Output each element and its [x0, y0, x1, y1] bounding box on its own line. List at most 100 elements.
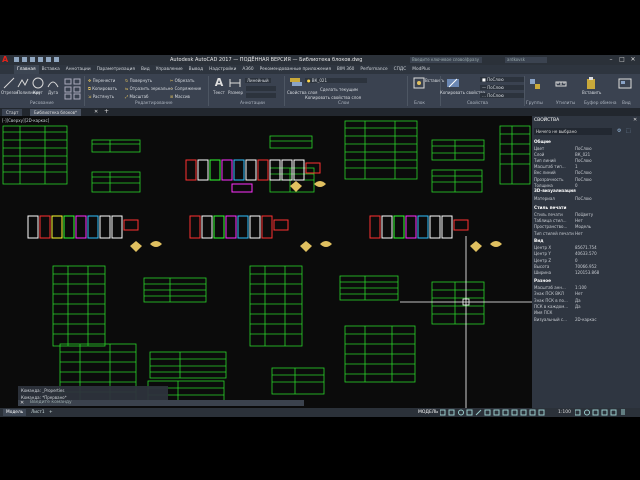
mirror-button[interactable]: ⇋ Отразить зеркально [125, 86, 173, 91]
make-current-button[interactable]: Сделать текущим [320, 87, 358, 92]
paste-button[interactable] [585, 77, 597, 91]
ribbon-tab[interactable]: СПДС [391, 65, 410, 74]
panel-title-properties[interactable]: Свойства [467, 101, 488, 106]
panel-title-layers[interactable]: Слои [338, 101, 349, 106]
panel-title-groups[interactable]: Группы [526, 101, 543, 106]
close-button[interactable]: ✕ [628, 56, 638, 64]
section-general[interactable]: Общие [534, 139, 551, 144]
match-properties-button[interactable] [446, 77, 460, 91]
ribbon-tab[interactable]: Вывод [186, 65, 206, 74]
doc-tab-start[interactable]: Старт [2, 109, 23, 116]
section-view[interactable]: Вид [534, 238, 544, 243]
ribbon-tab[interactable]: Рекомендованные приложения [257, 65, 334, 74]
property-value[interactable]: 1:100 [575, 285, 587, 290]
line-tool[interactable] [3, 77, 15, 91]
command-close-icon[interactable]: ✕ [20, 400, 24, 406]
panel-title-clipboard[interactable]: Буфер обмена [584, 101, 617, 106]
ribbon-tab[interactable]: ModPlus [409, 65, 433, 74]
panel-title-block[interactable]: Блок [414, 101, 425, 106]
property-value[interactable]: 2D-каркас [575, 317, 597, 322]
panel-title-view[interactable]: Вид [622, 101, 631, 106]
stretch-button[interactable]: ⇲ Растянуть [88, 94, 114, 99]
match-layer-button[interactable]: Копировать свойства слоя [305, 95, 361, 100]
ribbon-tab[interactable]: BIM 360 [334, 65, 358, 74]
property-value[interactable]: 0 [575, 258, 578, 263]
property-value[interactable]: 85671.754 [575, 245, 597, 250]
property-value[interactable]: ПоСлою [575, 177, 592, 182]
search-input[interactable]: Введите ключевое слово/фразу [410, 57, 482, 63]
property-value[interactable]: Нет [575, 218, 583, 223]
text-label[interactable]: Текст [213, 90, 225, 95]
property-value[interactable]: 0 [575, 183, 578, 188]
add-layout-icon[interactable]: + [46, 409, 56, 416]
annotation-scale[interactable]: 1:100 [558, 410, 571, 415]
scale-button[interactable]: ⤢ Масштаб [125, 94, 149, 99]
close-doc-icon[interactable]: ✕ [94, 109, 98, 115]
ribbon-tab[interactable]: Управление [153, 65, 186, 74]
insert-block-button[interactable] [413, 77, 425, 91]
user-signin[interactable]: ardkovsk [505, 57, 547, 63]
ribbon-tab[interactable]: A360 [239, 65, 256, 74]
quick-access-toolbar[interactable] [14, 57, 74, 63]
property-value[interactable]: 120153.868 [575, 270, 599, 275]
model-space-toggle[interactable]: МОДЕЛЬ [418, 410, 438, 415]
property-value[interactable]: ПоСлою [575, 146, 592, 151]
match-properties-label[interactable]: Копировать свойства [440, 90, 485, 95]
minimize-button[interactable]: – [606, 56, 616, 64]
property-value[interactable]: ПоСлою [575, 158, 592, 163]
property-value[interactable]: ВК_021 [575, 152, 590, 157]
group-button[interactable] [529, 78, 541, 92]
text-tool[interactable]: A [213, 77, 225, 89]
ribbon-tab[interactable]: Вид [138, 65, 153, 74]
section-3d-viz[interactable]: 3D-визуализация [534, 188, 576, 193]
select-objects-icon[interactable]: ⬚ [626, 128, 631, 134]
color-select[interactable]: ■ ПоСлою [480, 77, 524, 82]
dimension-label[interactable]: Размер [228, 90, 243, 95]
dimension-tool[interactable] [229, 77, 241, 91]
draw-label-arc[interactable]: Дуга [48, 90, 58, 95]
property-value[interactable]: 70066.952 [575, 264, 597, 269]
ribbon-tab[interactable]: Параметризация [94, 65, 138, 74]
panel-title-draw[interactable]: Рисование [30, 101, 54, 106]
circle-tool[interactable] [32, 77, 44, 91]
maximize-button[interactable]: □ [617, 56, 627, 64]
move-button[interactable]: ✥ Перенести [88, 78, 115, 83]
property-value[interactable]: Да [575, 304, 581, 309]
draw-label-line[interactable]: Отрезок [1, 90, 18, 95]
ribbon-tab[interactable]: Аннотации [63, 65, 94, 74]
property-value[interactable]: Нет [575, 291, 583, 296]
measure-button[interactable] [555, 78, 567, 92]
doc-tab-library[interactable]: Библиотека блоков* [30, 109, 82, 116]
rotate-button[interactable]: ↻ Повернуть [125, 78, 152, 83]
ribbon-tab[interactable]: Performance [357, 65, 390, 74]
quick-access-icons[interactable] [14, 57, 74, 63]
lineweight-select[interactable]: — ПоСлою [480, 85, 524, 90]
text-style-select[interactable]: Линейный [245, 78, 271, 83]
ribbon-tab[interactable]: Надстройки [206, 65, 239, 74]
trim-button[interactable]: ✂ Обрезать [170, 78, 195, 83]
array-button[interactable]: ⊞ Массив [170, 94, 190, 99]
property-value[interactable]: ПоСлою [575, 196, 592, 201]
fillet-button[interactable]: ⌐ Сопряжение [170, 86, 201, 91]
property-value[interactable]: 1 [575, 164, 578, 169]
copy-button[interactable]: ⧉ Копировать [88, 86, 117, 91]
property-value[interactable]: Нет [575, 231, 583, 236]
ribbon-tab[interactable]: Вставка [39, 65, 63, 74]
panel-title-annotation[interactable]: Аннотации [240, 101, 265, 106]
polyline-tool[interactable] [17, 77, 29, 91]
draw-label-circle[interactable]: Круг [33, 90, 43, 95]
ribbon-tab[interactable]: Главная [14, 65, 39, 74]
arc-tool[interactable] [47, 77, 59, 91]
properties-close-icon[interactable]: ✕ [633, 117, 637, 123]
panel-title-utilities[interactable]: Утилиты [556, 101, 575, 106]
annotation-extra-icons[interactable] [246, 86, 280, 102]
property-value[interactable]: 40633.570 [575, 251, 597, 256]
tab-sheet1[interactable]: Лист1 [28, 409, 48, 416]
selection-dropdown[interactable]: Ничего не выбрано [534, 128, 612, 135]
paste-label[interactable]: Вставить [582, 90, 601, 95]
draw-extra-icons[interactable] [64, 78, 82, 102]
section-misc[interactable]: Разное [534, 278, 551, 283]
tab-model[interactable]: Модель [3, 409, 27, 416]
quick-select-icon[interactable]: ⚙ [617, 128, 621, 134]
linetype-select[interactable]: … ПоСлою [480, 93, 524, 98]
